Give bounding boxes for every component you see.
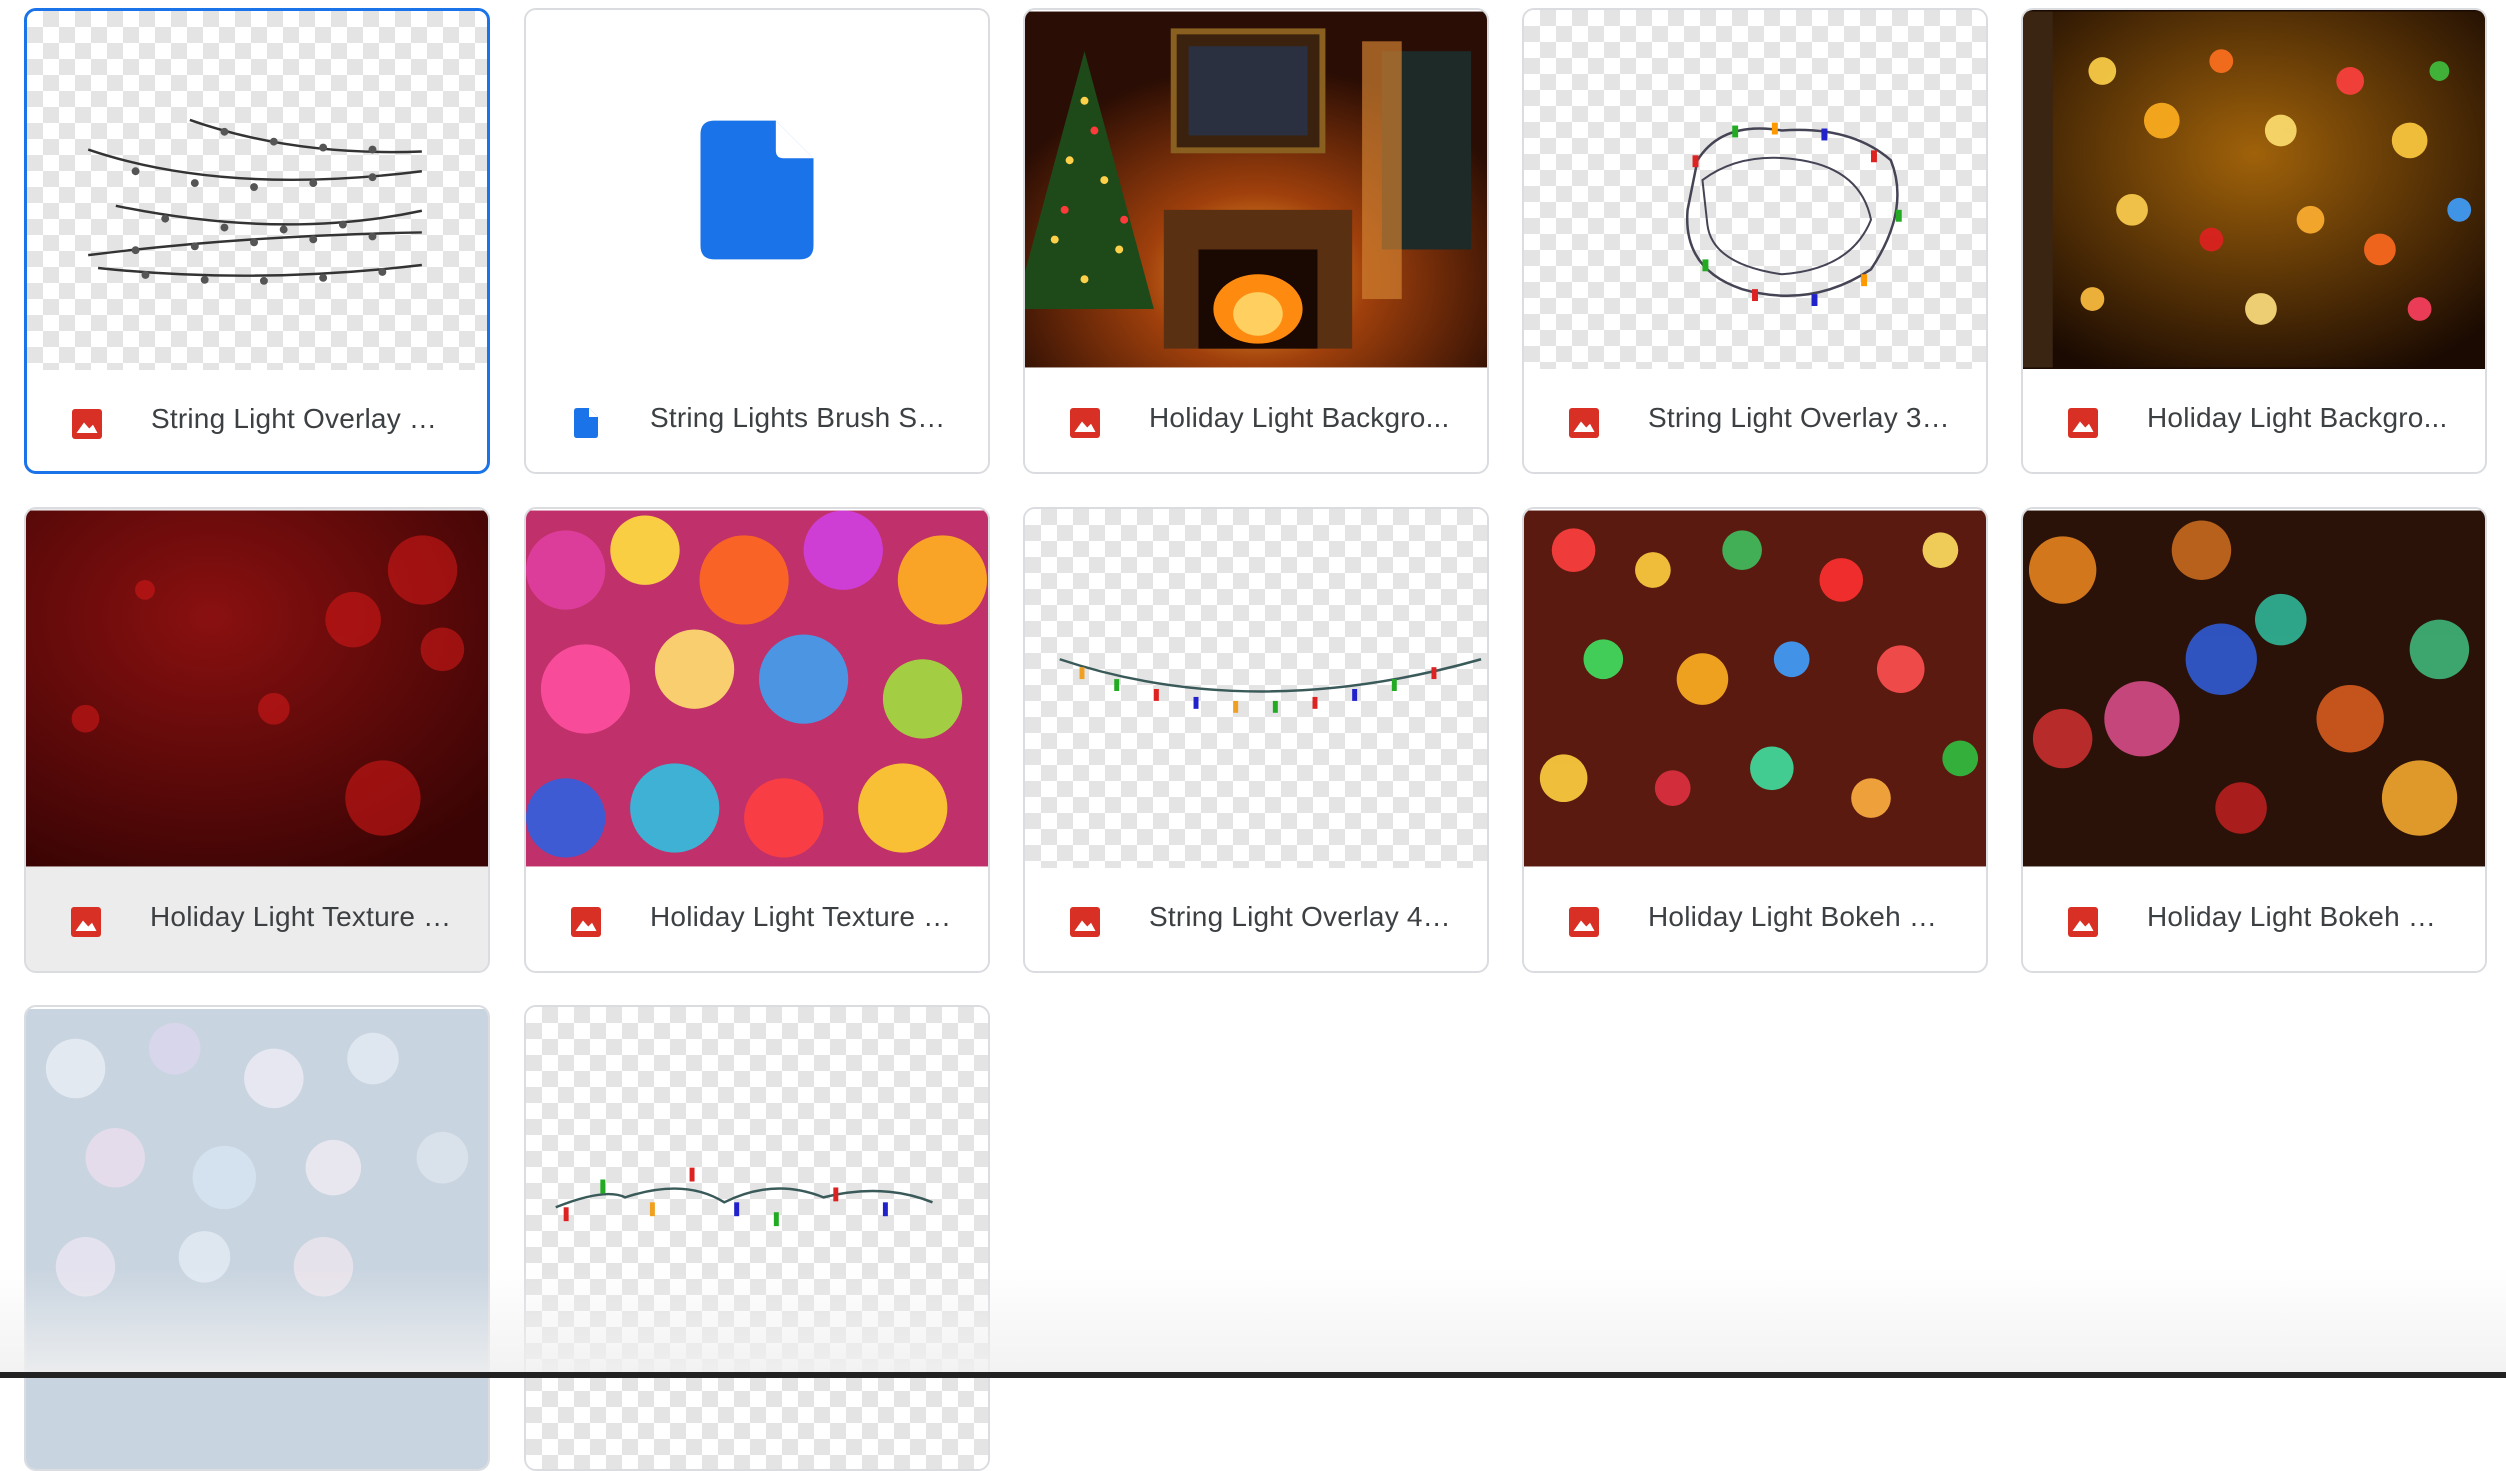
- file-card-string-light-overlay-4[interactable]: String Light Overlay 4....: [1023, 507, 1489, 973]
- file-name: Holiday Light Texture 1...: [150, 901, 452, 932]
- file-card-string-light-overlay-3[interactable]: String Light Overlay 3....: [1522, 8, 1988, 474]
- string-lights-strand-thumbnail: [555, 1167, 933, 1227]
- image-icon: [71, 907, 101, 937]
- file-thumbnail: [26, 1007, 488, 1469]
- file-thumbnail: [2023, 10, 2485, 369]
- file-card-holiday-light-background-1[interactable]: Holiday Light Backgro...: [1023, 8, 1489, 474]
- fireplace-photo: [1025, 11, 1487, 368]
- file-footer: Holiday Light Texture 3...: [526, 868, 988, 971]
- file-footer: Holiday Light Bokeh O...: [1524, 868, 1986, 971]
- file-footer: Holiday Light Texture 1...: [26, 868, 488, 971]
- bottom-edge-bar: [0, 1372, 2506, 1378]
- file-card-holiday-light-texture-1[interactable]: Holiday Light Texture 1...: [24, 507, 490, 973]
- image-icon: [2068, 408, 2098, 438]
- file-card-silver-bokeh[interactable]: [24, 1005, 490, 1471]
- file-name: String Light Overlay 1....: [151, 403, 451, 434]
- file-grid: String Light Overlay 1.... String Lights…: [0, 0, 2506, 1471]
- file-name: Holiday Light Bokeh O...: [2147, 901, 2449, 932]
- file-card-string-light-overlay-1[interactable]: String Light Overlay 1....: [24, 8, 490, 474]
- file-card-holiday-light-bokeh-2[interactable]: Holiday Light Bokeh O...: [2021, 507, 2487, 973]
- file-card-holiday-light-bokeh-1[interactable]: Holiday Light Bokeh O...: [1522, 507, 1988, 973]
- file-thumbnail: [2023, 509, 2485, 868]
- file-thumbnail: [526, 1007, 988, 1469]
- file-card-holiday-light-background-2[interactable]: Holiday Light Backgro...: [2021, 8, 2487, 474]
- file-thumbnail: [26, 509, 488, 868]
- file-thumbnail: [526, 10, 988, 369]
- file-card-string-light-strand[interactable]: [524, 1005, 990, 1471]
- colorful-bokeh-photo: [526, 510, 988, 867]
- file-name: String Light Overlay 3....: [1648, 402, 1950, 433]
- file-footer: String Light Overlay 3....: [1524, 369, 1986, 472]
- file-thumbnail: [526, 509, 988, 868]
- file-name: String Light Overlay 4....: [1149, 901, 1451, 932]
- image-icon: [72, 409, 102, 439]
- file-thumbnail: [1524, 10, 1986, 369]
- file-name: String Lights Brush Set...: [650, 402, 952, 433]
- silver-bokeh-photo: [26, 1009, 488, 1469]
- image-icon: [1070, 907, 1100, 937]
- dark-bokeh-photo: [2023, 510, 2485, 867]
- file-thumbnail: [1524, 509, 1986, 868]
- string-lights-garland-thumbnail: [1059, 658, 1482, 713]
- file-card-string-lights-brush-set[interactable]: String Lights Brush Set...: [524, 8, 990, 474]
- file-thumbnail: [27, 11, 487, 370]
- image-icon: [571, 907, 601, 937]
- string-lights-thumbnail: [87, 118, 423, 285]
- image-icon: [2068, 907, 2098, 937]
- file-footer: String Light Overlay 1....: [27, 370, 487, 471]
- image-icon: [1569, 408, 1599, 438]
- file-name: Holiday Light Texture 3...: [650, 901, 952, 932]
- document-icon: [574, 408, 598, 438]
- file-footer: Holiday Light Backgro...: [2023, 369, 2485, 472]
- string-lights-loop-thumbnail: [1685, 122, 1902, 306]
- file-footer: Holiday Light Backgro...: [1025, 369, 1487, 472]
- file-card-holiday-light-texture-3[interactable]: Holiday Light Texture 3...: [524, 507, 990, 973]
- file-thumbnail: [1025, 10, 1487, 369]
- file-thumbnail: [1025, 509, 1487, 868]
- bokeh-photo: [1524, 510, 1986, 867]
- file-name: Holiday Light Bokeh O...: [1648, 901, 1950, 932]
- image-icon: [1569, 907, 1599, 937]
- file-footer: String Lights Brush Set...: [526, 369, 988, 472]
- red-texture-photo: [26, 510, 488, 867]
- file-footer: String Light Overlay 4....: [1025, 868, 1487, 971]
- file-name: Holiday Light Backgro...: [2147, 402, 2448, 433]
- image-icon: [1070, 408, 1100, 438]
- golden-bokeh-photo: [2023, 11, 2485, 368]
- document-large-icon: [700, 120, 814, 260]
- file-name: Holiday Light Backgro...: [1149, 402, 1450, 433]
- file-footer: Holiday Light Bokeh O...: [2023, 868, 2485, 971]
